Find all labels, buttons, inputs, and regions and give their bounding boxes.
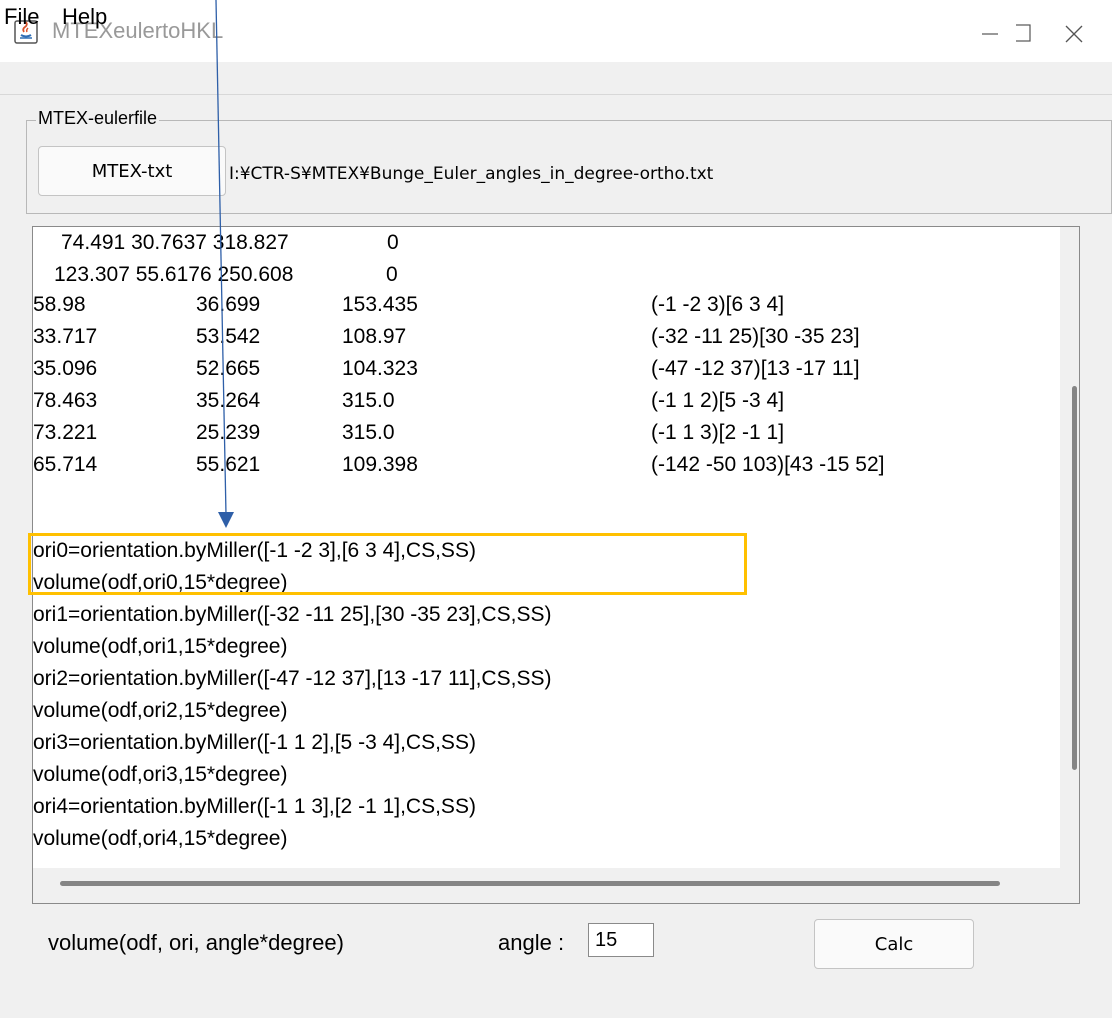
menu-help[interactable]: Help — [62, 4, 107, 30]
angle-input[interactable] — [588, 923, 654, 957]
code-line: volume(odf,ori2,15*degree) — [33, 699, 288, 722]
file-path-label: I:¥CTR-S¥MTEX¥Bunge_Euler_angles_in_degr… — [229, 164, 714, 184]
code-line: volume(odf,ori1,15*degree) — [33, 635, 288, 658]
cell-phi: 52.665 — [196, 357, 261, 380]
code-line: volume(odf,ori4,15*degree) — [33, 827, 288, 850]
cell-phi2: 108.97 — [342, 325, 407, 348]
cell-miller: (-1 1 2)[5 -3 4] — [651, 389, 785, 412]
header-angles: 74.491 30.7637 318.827 — [61, 231, 289, 254]
cell-phi: 55.621 — [196, 453, 261, 476]
header-row: 123.307 55.6176 250.608 0 — [54, 262, 398, 288]
cell-phi2: 104.323 — [342, 357, 418, 380]
vertical-scrollbar[interactable] — [1072, 386, 1077, 770]
cell-miller: (-1 -2 3)[6 3 4] — [651, 293, 785, 316]
header-value: 0 — [386, 263, 398, 286]
cell-phi2: 315.0 — [342, 421, 395, 444]
minimize-button[interactable] — [960, 8, 1020, 56]
code-line: ori2=orientation.byMiller([-47 -12 37],[… — [33, 667, 552, 690]
close-icon — [1065, 25, 1083, 43]
eulerfile-group-label: MTEX-eulerfile — [36, 108, 160, 129]
code-line: ori1=orientation.byMiller([-32 -11 25],[… — [33, 603, 552, 626]
menu-file[interactable]: File — [4, 4, 39, 30]
calc-button[interactable]: Calc — [814, 919, 974, 969]
cell-phi2: 153.435 — [342, 293, 418, 316]
minimize-icon — [982, 33, 998, 35]
code-line: ori3=orientation.byMiller([-1 1 2],[5 -3… — [33, 731, 476, 754]
cell-phi: 35.264 — [196, 389, 261, 412]
header-angles: 123.307 55.6176 250.608 — [54, 263, 294, 286]
cell-phi1: 65.714 — [33, 453, 98, 476]
menu-bar — [0, 62, 1112, 95]
code-line: ori4=orientation.byMiller([-1 1 3],[2 -1… — [33, 795, 476, 818]
cell-phi1: 78.463 — [33, 389, 98, 412]
horizontal-scrollbar[interactable] — [60, 881, 1000, 886]
cell-phi1: 73.221 — [33, 421, 98, 444]
angle-label: angle : — [498, 930, 565, 955]
cell-phi1: 58.98 — [33, 293, 86, 316]
cell-phi: 36.699 — [196, 293, 261, 316]
formula-label: volume(odf, ori, angle*degree) — [48, 930, 344, 955]
close-button[interactable] — [1060, 8, 1112, 56]
code-line: volume(odf,ori3,15*degree) — [33, 763, 288, 786]
cell-phi1: 35.096 — [33, 357, 98, 380]
highlight-annotation-box — [28, 533, 747, 595]
cell-phi1: 33.717 — [33, 325, 98, 348]
cell-miller: (-32 -11 25)[30 -35 23] — [651, 325, 860, 348]
cell-miller: (-142 -50 103)[43 -15 52] — [651, 453, 885, 476]
mtex-txt-button[interactable]: MTEX-txt — [38, 146, 226, 196]
header-value: 0 — [387, 231, 399, 254]
cell-phi2: 315.0 — [342, 389, 395, 412]
cell-miller: (-1 1 3)[2 -1 1] — [651, 421, 785, 444]
cell-phi: 53.542 — [196, 325, 261, 348]
cell-miller: (-47 -12 37)[13 -17 11] — [651, 357, 860, 380]
cell-phi: 25.239 — [196, 421, 261, 444]
cell-phi2: 109.398 — [342, 453, 418, 476]
header-row: 74.491 30.7637 318.827 0 — [61, 230, 399, 256]
